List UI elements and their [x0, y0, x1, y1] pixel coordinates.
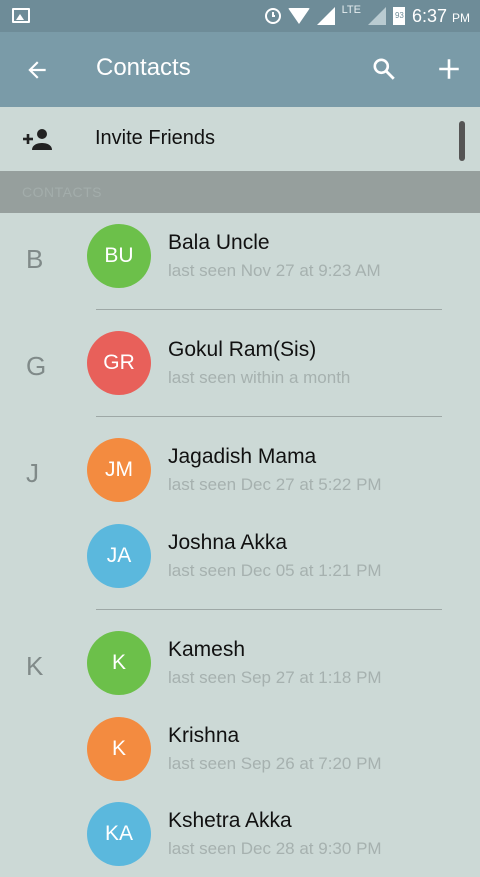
- invite-friends-row[interactable]: Invite Friends: [0, 107, 480, 171]
- contact-row[interactable]: G GR Gokul Ram(Sis) last seen within a m…: [0, 320, 480, 406]
- contact-last-seen: last seen Dec 05 at 1:21 PM: [168, 561, 382, 580]
- section-header-label: CONTACTS: [22, 184, 102, 200]
- avatar: KA: [87, 802, 151, 866]
- search-icon[interactable]: [371, 56, 397, 82]
- battery-icon: 93: [392, 7, 405, 25]
- contact-last-seen: last seen Sep 27 at 1:18 PM: [168, 668, 382, 687]
- avatar: K: [87, 631, 151, 695]
- index-letter: B: [26, 244, 44, 274]
- gallery-notification-icon: [12, 8, 30, 23]
- contact-last-seen: last seen Sep 26 at 7:20 PM: [168, 754, 382, 773]
- contact-name: Kamesh: [168, 638, 246, 661]
- avatar: JM: [87, 438, 151, 502]
- contact-last-seen: last seen Dec 28 at 9:30 PM: [168, 839, 382, 858]
- add-contact-icon[interactable]: [436, 56, 462, 82]
- signal-icon: [316, 7, 335, 25]
- avatar: JA: [87, 524, 151, 588]
- alarm-icon: [264, 8, 281, 24]
- signal-secondary-icon: [367, 7, 386, 25]
- contact-name: Kshetra Akka: [168, 809, 292, 832]
- index-letter: K: [26, 651, 44, 681]
- contact-row[interactable]: KA Kshetra Akka last seen Dec 28 at 9:30…: [0, 791, 480, 877]
- contact-row[interactable]: JA Joshna Akka last seen Dec 05 at 1:21 …: [0, 513, 480, 599]
- status-bar: LTE 93 6:37 PM: [0, 0, 480, 32]
- contact-row[interactable]: K K Kamesh last seen Sep 27 at 1:18 PM: [0, 620, 480, 706]
- network-type: LTE: [341, 4, 361, 16]
- index-letter: J: [26, 458, 39, 488]
- avatar: BU: [87, 224, 151, 288]
- contact-last-seen: last seen Nov 27 at 9:23 AM: [168, 261, 381, 280]
- back-arrow-icon[interactable]: [24, 57, 50, 83]
- section-divider: [96, 416, 442, 417]
- avatar: GR: [87, 331, 151, 395]
- wifi-icon: [287, 8, 310, 24]
- scrollbar-thumb[interactable]: [459, 121, 465, 161]
- contact-name: Joshna Akka: [168, 531, 288, 554]
- clock: 6:37 PM: [412, 6, 470, 27]
- section-header: CONTACTS: [0, 171, 480, 213]
- add-person-icon: [23, 129, 52, 150]
- contact-row[interactable]: J JM Jagadish Mama last seen Dec 27 at 5…: [0, 427, 480, 513]
- status-icons: LTE 93 6:37 PM: [264, 0, 470, 32]
- clock-ampm: PM: [452, 10, 470, 25]
- index-letter: G: [26, 351, 47, 381]
- contact-last-seen: last seen Dec 27 at 5:22 PM: [168, 475, 382, 494]
- contact-row[interactable]: K Krishna last seen Sep 26 at 7:20 PM: [0, 706, 480, 792]
- contact-last-seen: last seen within a month: [168, 368, 351, 387]
- section-divider: [96, 309, 442, 310]
- page-title: Contacts: [96, 54, 191, 81]
- section-divider: [96, 609, 442, 610]
- contact-name: Jagadish Mama: [168, 445, 317, 468]
- contact-name: Bala Uncle: [168, 231, 270, 254]
- contact-row[interactable]: B BU Bala Uncle last seen Nov 27 at 9:23…: [0, 213, 480, 299]
- contact-name: Krishna: [168, 724, 240, 747]
- app-bar: Contacts: [0, 32, 480, 107]
- clock-time: 6:37: [411, 5, 447, 26]
- avatar: K: [87, 717, 151, 781]
- contact-name: Gokul Ram(Sis): [168, 338, 317, 361]
- invite-friends-label: Invite Friends: [95, 127, 216, 149]
